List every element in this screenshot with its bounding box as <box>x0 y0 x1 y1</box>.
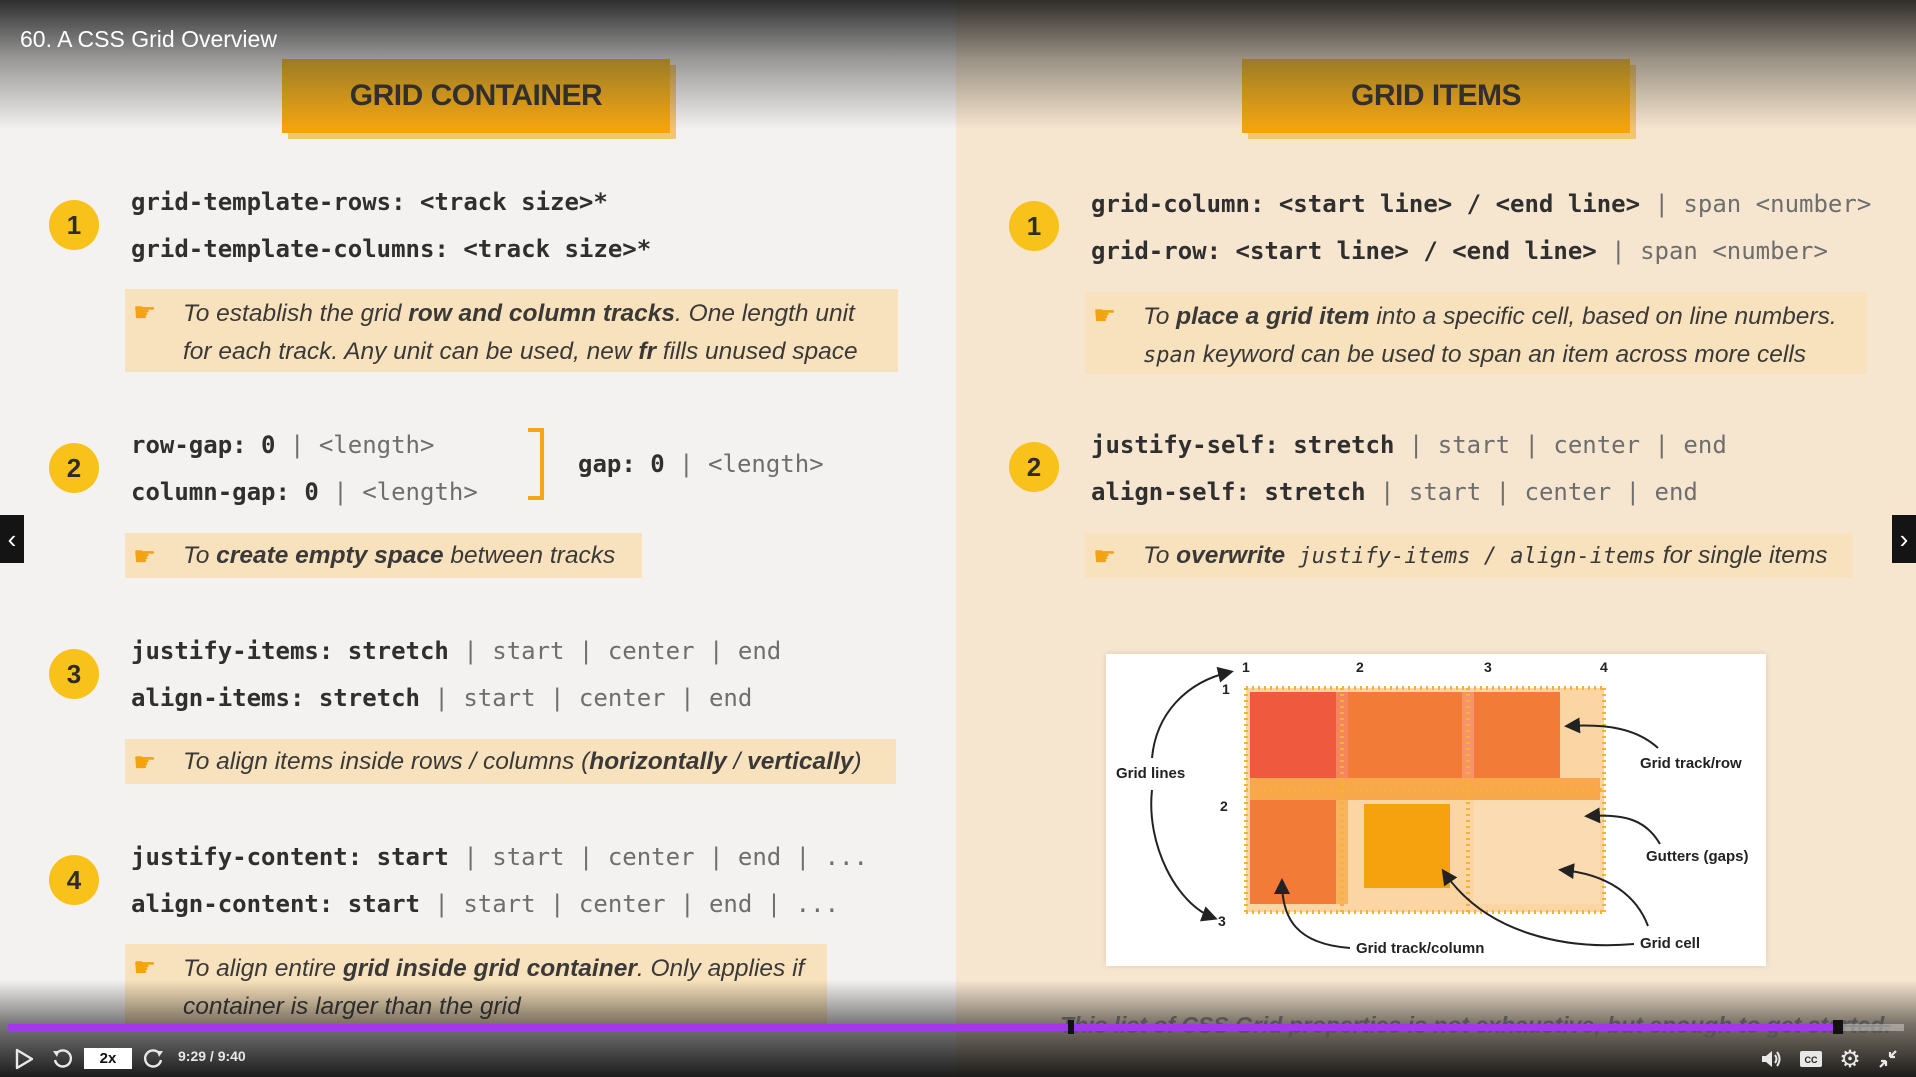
number-badge: 1 <box>1009 201 1059 251</box>
code-line: row-gap: 0 | <length> <box>131 431 435 459</box>
column-number: 3 <box>1484 659 1492 675</box>
note-text: To overwrite justify-items / align-items… <box>1143 542 1828 569</box>
banner-title: GRID CONTAINER <box>349 79 603 112</box>
label-grid-lines: Grid lines <box>1116 765 1185 782</box>
play-icon <box>15 1048 34 1070</box>
captions-button[interactable]: CC <box>1797 1045 1825 1073</box>
note-text: To align items inside rows / columns (ho… <box>183 748 862 775</box>
forward-icon <box>144 1049 163 1068</box>
code-line: align-content: start | start | center | … <box>131 890 840 918</box>
code-line: grid-row: <start line> / <end line> | sp… <box>1091 237 1828 265</box>
chevron-right-icon: › <box>1899 523 1909 554</box>
rewind-button[interactable] <box>48 1045 76 1073</box>
grid-diagram: 1 2 3 4 1 2 3 Grid lines Grid track/row … <box>1106 654 1766 966</box>
pointing-hand-icon: ☛ <box>1093 541 1117 571</box>
column-number: 2 <box>1356 659 1364 675</box>
row-number: 2 <box>1220 798 1228 814</box>
note-box: ☛ To align entire grid inside grid conta… <box>125 944 827 1028</box>
video-title: 60. A CSS Grid Overview <box>20 26 277 52</box>
progress-fill <box>8 1024 1838 1031</box>
label-gutters: Gutters (gaps) <box>1646 848 1749 865</box>
label-grid-cell: Grid cell <box>1640 935 1700 952</box>
note-box: ☛ To overwrite justify-items / align-ite… <box>1085 533 1853 578</box>
column-number: 1 <box>1242 659 1250 675</box>
grid-cell <box>1348 692 1462 778</box>
captions-icon: CC <box>1800 1051 1822 1067</box>
gutter <box>1336 692 1348 778</box>
label-grid-track-column: Grid track/column <box>1356 940 1484 957</box>
row-number: 1 <box>1222 681 1230 697</box>
bracket-shape <box>528 428 544 500</box>
grid-cell <box>1250 692 1336 778</box>
code-line: grid-template-columns: <track size>* <box>131 235 652 263</box>
grid-container-banner: GRID CONTAINER <box>282 59 670 133</box>
code-line: align-self: stretch | start | center | e… <box>1091 478 1698 506</box>
next-button[interactable]: › <box>1892 515 1916 563</box>
number-badge: 3 <box>49 649 99 699</box>
code-line: justify-self: stretch | start | center |… <box>1091 431 1727 459</box>
number-badge: 4 <box>49 855 99 905</box>
column-number: 4 <box>1600 659 1608 675</box>
code-line: grid-column: <start line> / <end line> |… <box>1091 190 1872 218</box>
code-line: grid-template-rows: <track size>* <box>131 188 608 216</box>
label-grid-track-row: Grid track/row <box>1640 755 1742 772</box>
exit-fullscreen-icon <box>1879 1050 1897 1068</box>
pointing-hand-icon: ☛ <box>133 297 157 327</box>
note-box: ☛ To establish the grid row and column t… <box>125 289 898 372</box>
exit-fullscreen-button[interactable] <box>1874 1045 1902 1073</box>
pointing-hand-icon: ☛ <box>133 541 157 571</box>
grid-cell <box>1250 800 1336 904</box>
grid-cell <box>1474 692 1560 778</box>
code-line: justify-items: stretch | start | center … <box>131 637 782 665</box>
note-box: ☛ To create empty space between tracks <box>125 533 642 578</box>
settings-icon: ⚙ <box>1839 1045 1861 1073</box>
progress-marker <box>1068 1020 1074 1034</box>
chevron-left-icon: ‹ <box>7 523 17 554</box>
grid-cell <box>1364 804 1450 888</box>
grid-cell <box>1474 800 1600 904</box>
svg-text:CC: CC <box>1805 1055 1818 1065</box>
number-badge: 1 <box>49 200 99 250</box>
progress-bar[interactable] <box>8 1020 1904 1034</box>
time-display: 9:29 / 9:40 <box>178 1048 246 1064</box>
left-slide-panel: GRID CONTAINER 1 grid-template-rows: <tr… <box>0 0 956 1077</box>
playback-speed-button[interactable]: 2x <box>84 1048 132 1069</box>
code-line: gap: 0 | <length> <box>578 450 824 478</box>
note-text: To establish the grid row and column tra… <box>183 300 858 365</box>
code-line: align-items: stretch | start | center | … <box>131 684 753 712</box>
note-box: ☛ To align items inside rows / columns (… <box>125 739 896 784</box>
previous-button[interactable]: ‹ <box>0 515 24 563</box>
gutter <box>1462 692 1474 778</box>
pointing-hand-icon: ☛ <box>133 747 157 777</box>
number-badge: 2 <box>1009 442 1059 492</box>
note-text: To place a grid item into a specific cel… <box>1143 303 1837 368</box>
volume-button[interactable] <box>1758 1045 1786 1073</box>
number-badge: 2 <box>49 443 99 493</box>
grid-diagram-svg: 1 2 3 4 1 2 3 Grid lines Grid track/row … <box>1116 659 1749 957</box>
forward-button[interactable] <box>140 1045 168 1073</box>
volume-icon <box>1762 1051 1781 1067</box>
settings-button[interactable]: ⚙ <box>1836 1045 1864 1073</box>
rewind-icon <box>53 1049 72 1068</box>
code-line: justify-content: start | start | center … <box>131 843 868 871</box>
note-text: To create empty space between tracks <box>183 542 616 569</box>
pointing-hand-icon: ☛ <box>1093 300 1117 330</box>
row-number: 3 <box>1218 913 1226 929</box>
grid-items-banner: GRID ITEMS <box>1242 59 1630 133</box>
pointing-hand-icon: ☛ <box>133 952 157 982</box>
play-button[interactable] <box>10 1045 38 1073</box>
player-controls: 2x 9:29 / 9:40 CC ⚙ <box>0 1040 1916 1077</box>
code-line: column-gap: 0 | <length> <box>131 478 478 506</box>
note-box: ☛ To place a grid item into a specific c… <box>1085 292 1867 374</box>
progress-handle[interactable] <box>1833 1020 1843 1034</box>
note-text: To align entire grid inside grid contain… <box>183 955 805 1020</box>
banner-title: GRID ITEMS <box>1350 79 1522 112</box>
